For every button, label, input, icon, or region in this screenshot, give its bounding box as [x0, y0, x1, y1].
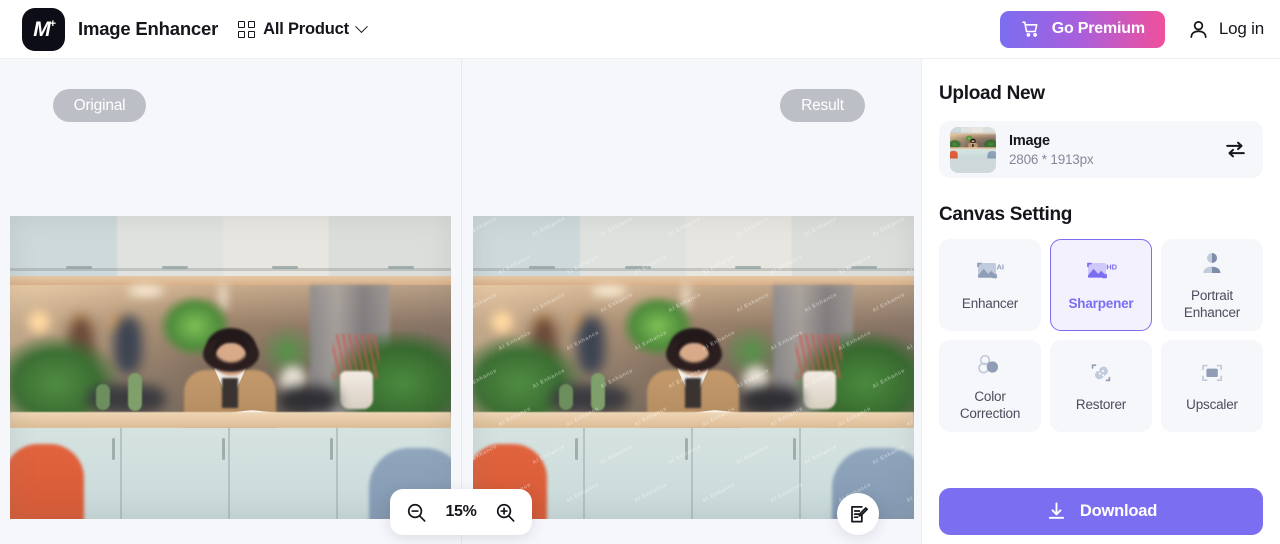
original-image[interactable] — [10, 216, 451, 519]
canvas-tool-grid: AI Enhancer HD Sharpener Portrait Enhanc… — [939, 239, 1263, 432]
app-body: Original Result Enhance AI Enhance AI En… — [0, 59, 1280, 544]
result-badge: Result — [780, 89, 865, 122]
tool-restorer-label: Restorer — [1075, 397, 1127, 413]
tool-restorer[interactable]: Restorer — [1050, 340, 1152, 432]
download-button[interactable]: Download — [939, 488, 1263, 535]
tool-sharpener[interactable]: HD Sharpener — [1050, 239, 1152, 331]
portrait-contrast-icon — [1199, 249, 1225, 279]
login-button[interactable]: Log in — [1187, 18, 1264, 41]
expand-arrows-icon — [1198, 358, 1226, 388]
svg-text:AI: AI — [997, 263, 1005, 272]
note-edit-icon — [850, 505, 868, 522]
original-badge: Original — [52, 89, 147, 122]
logo-m-plus-icon[interactable]: M + — [22, 7, 65, 51]
canvas-area[interactable]: Original Result Enhance AI Enhance AI En… — [0, 59, 921, 544]
tool-color-correction[interactable]: Color Correction — [939, 340, 1041, 432]
tool-color-correction-label: Color Correction — [959, 388, 1021, 421]
bandage-icon — [1087, 358, 1115, 388]
image-hd-icon: HD — [1085, 257, 1117, 287]
original-photo — [10, 216, 451, 519]
chevron-down-icon — [355, 19, 368, 33]
login-label: Log in — [1218, 19, 1264, 38]
feedback-button[interactable] — [837, 493, 879, 535]
magnifier-plus-icon[interactable] — [494, 501, 517, 524]
grid-icon — [238, 20, 256, 38]
tool-sharpener-label: Sharpener — [1068, 296, 1134, 312]
all-product-label: All Product — [263, 19, 349, 38]
color-circles-icon — [976, 350, 1004, 380]
all-product-menu[interactable]: All Product — [238, 19, 368, 39]
shopping-cart-icon — [1021, 21, 1038, 37]
image-ai-icon: AI — [975, 257, 1005, 287]
download-icon — [1048, 502, 1065, 519]
svg-text:HD: HD — [1106, 263, 1117, 272]
tool-upscaler-label: Upscaler — [1186, 397, 1238, 413]
upload-thumbnail-photo — [950, 126, 996, 159]
tool-portrait-enhancer-label: Portrait Enhancer — [1183, 287, 1241, 320]
settings-sidebar: Upload New Image 2806 * 1913px Canvas Se… — [921, 59, 1280, 544]
swap-arrows-icon[interactable] — [1223, 137, 1248, 162]
tool-enhancer[interactable]: AI Enhancer — [939, 239, 1041, 331]
original-pane: Original — [0, 59, 461, 544]
upload-new-title: Upload New — [939, 83, 1045, 104]
upload-file-name: Image — [1009, 132, 1050, 149]
go-premium-label: Go Premium — [1051, 20, 1145, 37]
tool-enhancer-label: Enhancer — [961, 296, 1019, 312]
tool-upscaler[interactable]: Upscaler — [1161, 340, 1263, 432]
user-icon — [1190, 20, 1207, 38]
upload-dimensions: 2806 * 1913px — [1009, 151, 1094, 167]
app-root: M + Image Enhancer All Product Go Premiu… — [0, 0, 1280, 544]
result-image[interactable]: AI EnhanceAI EnhanceAI EnhanceAI Enhance… — [473, 216, 914, 519]
magnifier-minus-icon[interactable] — [405, 501, 428, 524]
uploaded-image-card[interactable]: Image 2806 * 1913px — [939, 121, 1263, 178]
logo-letter: M — [33, 17, 50, 41]
zoom-level-label: 15% — [445, 503, 477, 520]
page-title: Image Enhancer — [78, 18, 219, 39]
tool-portrait-enhancer[interactable]: Portrait Enhancer — [1161, 239, 1263, 331]
result-pane: Result Enhance AI Enhance AI Enhance AI … — [461, 59, 921, 544]
logo-plus-glyph: + — [49, 17, 56, 30]
zoom-control-bar[interactable]: 15% — [390, 489, 532, 535]
go-premium-button[interactable]: Go Premium — [999, 10, 1165, 48]
upload-thumbnail — [950, 126, 996, 173]
app-header: M + Image Enhancer All Product Go Premiu… — [0, 0, 1280, 59]
canvas-setting-title: Canvas Setting — [939, 204, 1073, 225]
result-photo — [473, 216, 914, 519]
download-label: Download — [1079, 502, 1158, 520]
upload-info: Image 2806 * 1913px — [1009, 133, 1223, 167]
